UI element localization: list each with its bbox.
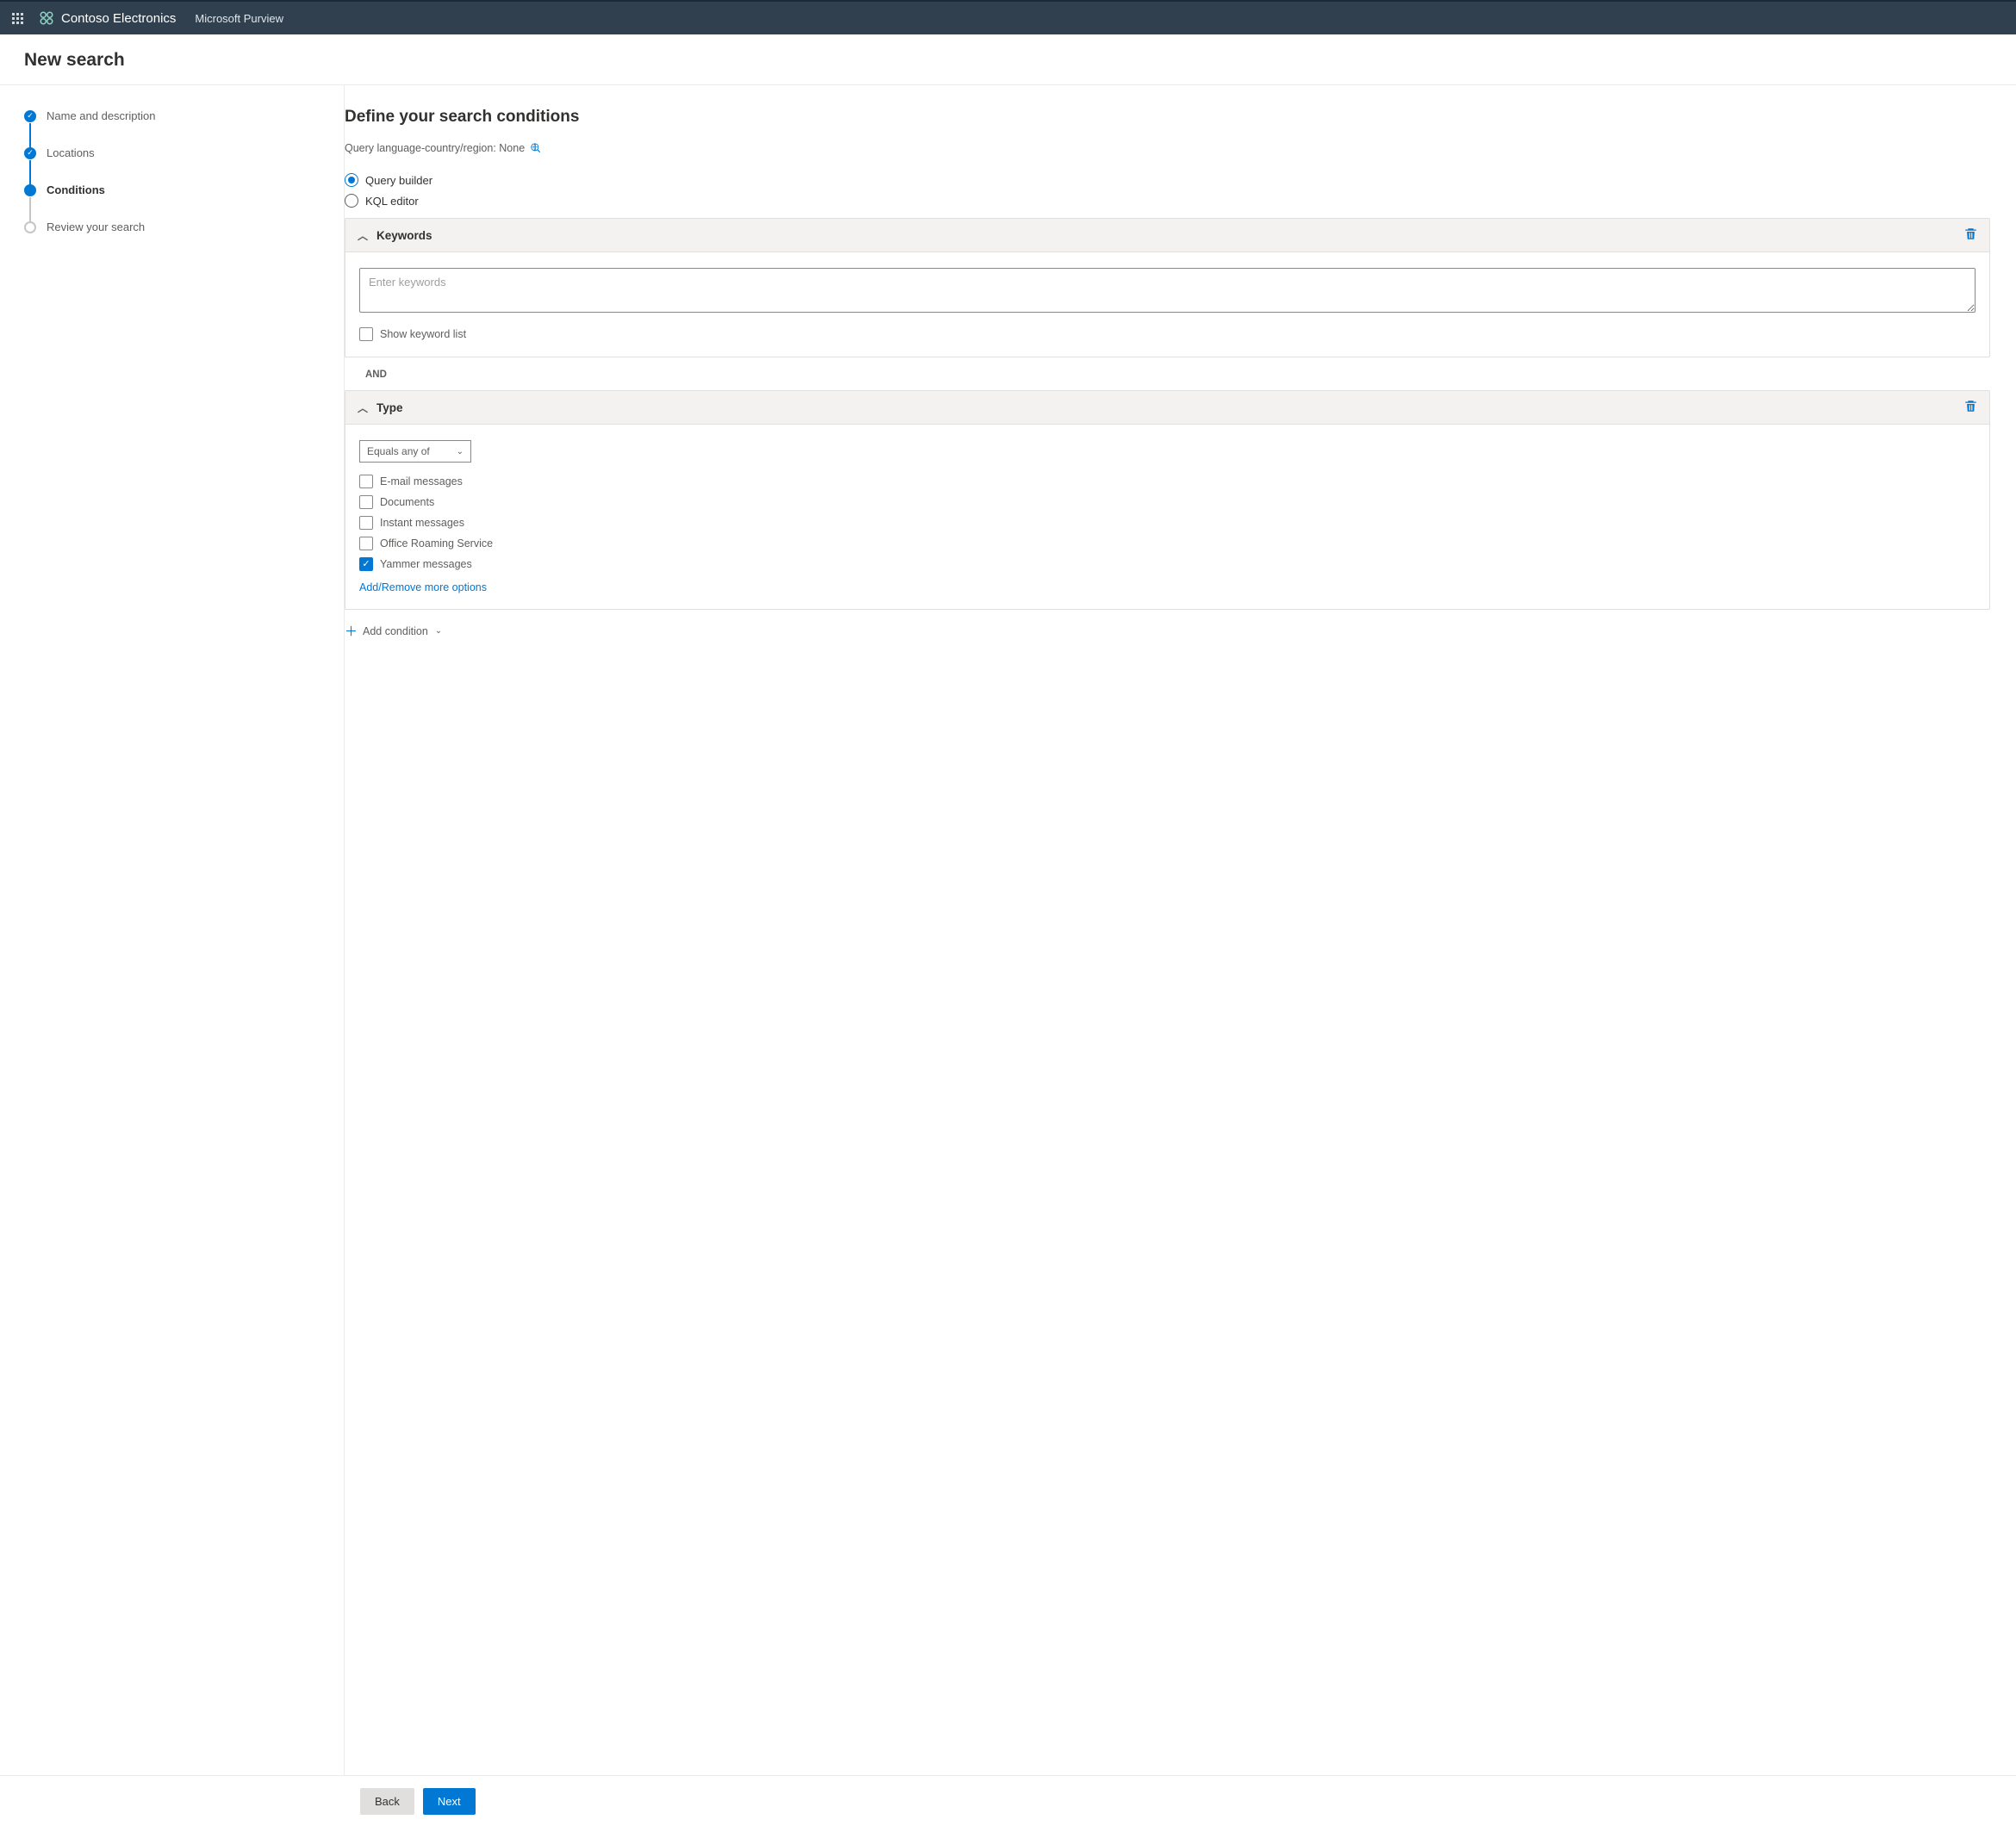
checkbox-icon	[359, 495, 373, 509]
body: Name and description Locations Condition…	[0, 85, 2016, 1775]
type-option-instant-messages[interactable]: Instant messages	[359, 516, 1976, 530]
query-mode-radio-group: Query builder KQL editor	[345, 170, 1990, 211]
query-region-label: Query language-country/region: None	[345, 142, 525, 154]
globe-edit-icon	[530, 142, 542, 154]
step-locations[interactable]: Locations	[24, 146, 320, 183]
step-name-description[interactable]: Name and description	[24, 109, 320, 146]
type-option-office-roaming[interactable]: Office Roaming Service	[359, 537, 1976, 550]
delete-icon[interactable]	[1964, 227, 1977, 243]
operator-value: Equals any of	[367, 445, 430, 457]
step-dot-icon	[24, 147, 36, 159]
step-dot-icon	[24, 110, 36, 122]
checkbox-label: Office Roaming Service	[380, 537, 493, 550]
checkbox-icon	[359, 475, 373, 488]
card-title: Keywords	[376, 229, 432, 242]
chevron-down-icon: ⌄	[457, 447, 464, 456]
checkbox-icon	[359, 516, 373, 530]
type-option-documents[interactable]: Documents	[359, 495, 1976, 509]
step-dot-icon	[24, 184, 36, 196]
type-option-yammer[interactable]: Yammer messages	[359, 557, 1976, 571]
page-header: New search	[0, 34, 2016, 85]
org-name: Contoso Electronics	[61, 11, 176, 26]
step-review[interactable]: Review your search	[24, 220, 320, 233]
radio-icon	[345, 173, 358, 187]
step-label: Conditions	[47, 183, 105, 196]
chevron-up-icon: ︿	[358, 228, 368, 243]
add-condition-button[interactable]: ＋ Add condition ⌄	[345, 622, 1990, 640]
radio-icon	[345, 194, 358, 208]
chevron-up-icon: ︿	[358, 401, 368, 415]
step-label: Locations	[47, 146, 95, 159]
add-remove-options-link[interactable]: Add/Remove more options	[359, 581, 487, 593]
checkbox-label: Documents	[380, 496, 434, 508]
type-card: ︿ Type Equals any of ⌄ E-mail messages	[345, 390, 1990, 610]
operator-select[interactable]: Equals any of ⌄	[359, 440, 471, 463]
checkbox-label: E-mail messages	[380, 475, 463, 487]
radio-label: KQL editor	[365, 195, 419, 208]
product-name: Microsoft Purview	[195, 12, 283, 25]
and-connector-label: AND	[365, 370, 1990, 380]
add-condition-label: Add condition	[363, 625, 428, 637]
main-content: Define your search conditions Query lang…	[345, 85, 2016, 1775]
delete-icon[interactable]	[1964, 400, 1977, 415]
query-region-row[interactable]: Query language-country/region: None	[345, 142, 1990, 154]
checkbox-label: Show keyword list	[380, 328, 466, 340]
step-label: Name and description	[47, 109, 155, 122]
step-dot-icon	[24, 221, 36, 233]
show-keyword-list-checkbox[interactable]: Show keyword list	[359, 327, 1976, 341]
wizard-steps: Name and description Locations Condition…	[0, 85, 345, 1775]
checkbox-icon	[359, 537, 373, 550]
type-option-email[interactable]: E-mail messages	[359, 475, 1976, 488]
org-brand: Contoso Electronics	[39, 10, 176, 26]
step-label: Review your search	[47, 220, 145, 233]
chevron-down-icon: ⌄	[435, 626, 442, 636]
radio-label: Query builder	[365, 174, 432, 187]
checkbox-label: Yammer messages	[380, 558, 472, 570]
keywords-card: ︿ Keywords Show keyword list	[345, 218, 1990, 357]
step-conditions[interactable]: Conditions	[24, 183, 320, 220]
radio-kql-editor[interactable]: KQL editor	[345, 190, 1990, 211]
card-title: Type	[376, 401, 403, 414]
app-launcher-icon[interactable]	[12, 13, 23, 24]
back-button[interactable]: Back	[360, 1788, 414, 1815]
checkbox-icon	[359, 557, 373, 571]
page-title: New search	[24, 50, 1992, 71]
org-logo-icon	[39, 10, 54, 26]
type-card-header[interactable]: ︿ Type	[345, 391, 1989, 425]
radio-query-builder[interactable]: Query builder	[345, 170, 1990, 190]
checkbox-icon	[359, 327, 373, 341]
section-heading: Define your search conditions	[345, 108, 1990, 127]
checkbox-label: Instant messages	[380, 517, 464, 529]
next-button[interactable]: Next	[423, 1788, 476, 1815]
plus-icon: ＋	[345, 622, 358, 640]
topbar: Contoso Electronics Microsoft Purview	[0, 0, 2016, 34]
type-options: E-mail messages Documents Instant messag…	[359, 475, 1976, 571]
wizard-footer: Back Next	[0, 1775, 2016, 1832]
keywords-input[interactable]	[359, 268, 1976, 313]
keywords-card-header[interactable]: ︿ Keywords	[345, 219, 1989, 252]
